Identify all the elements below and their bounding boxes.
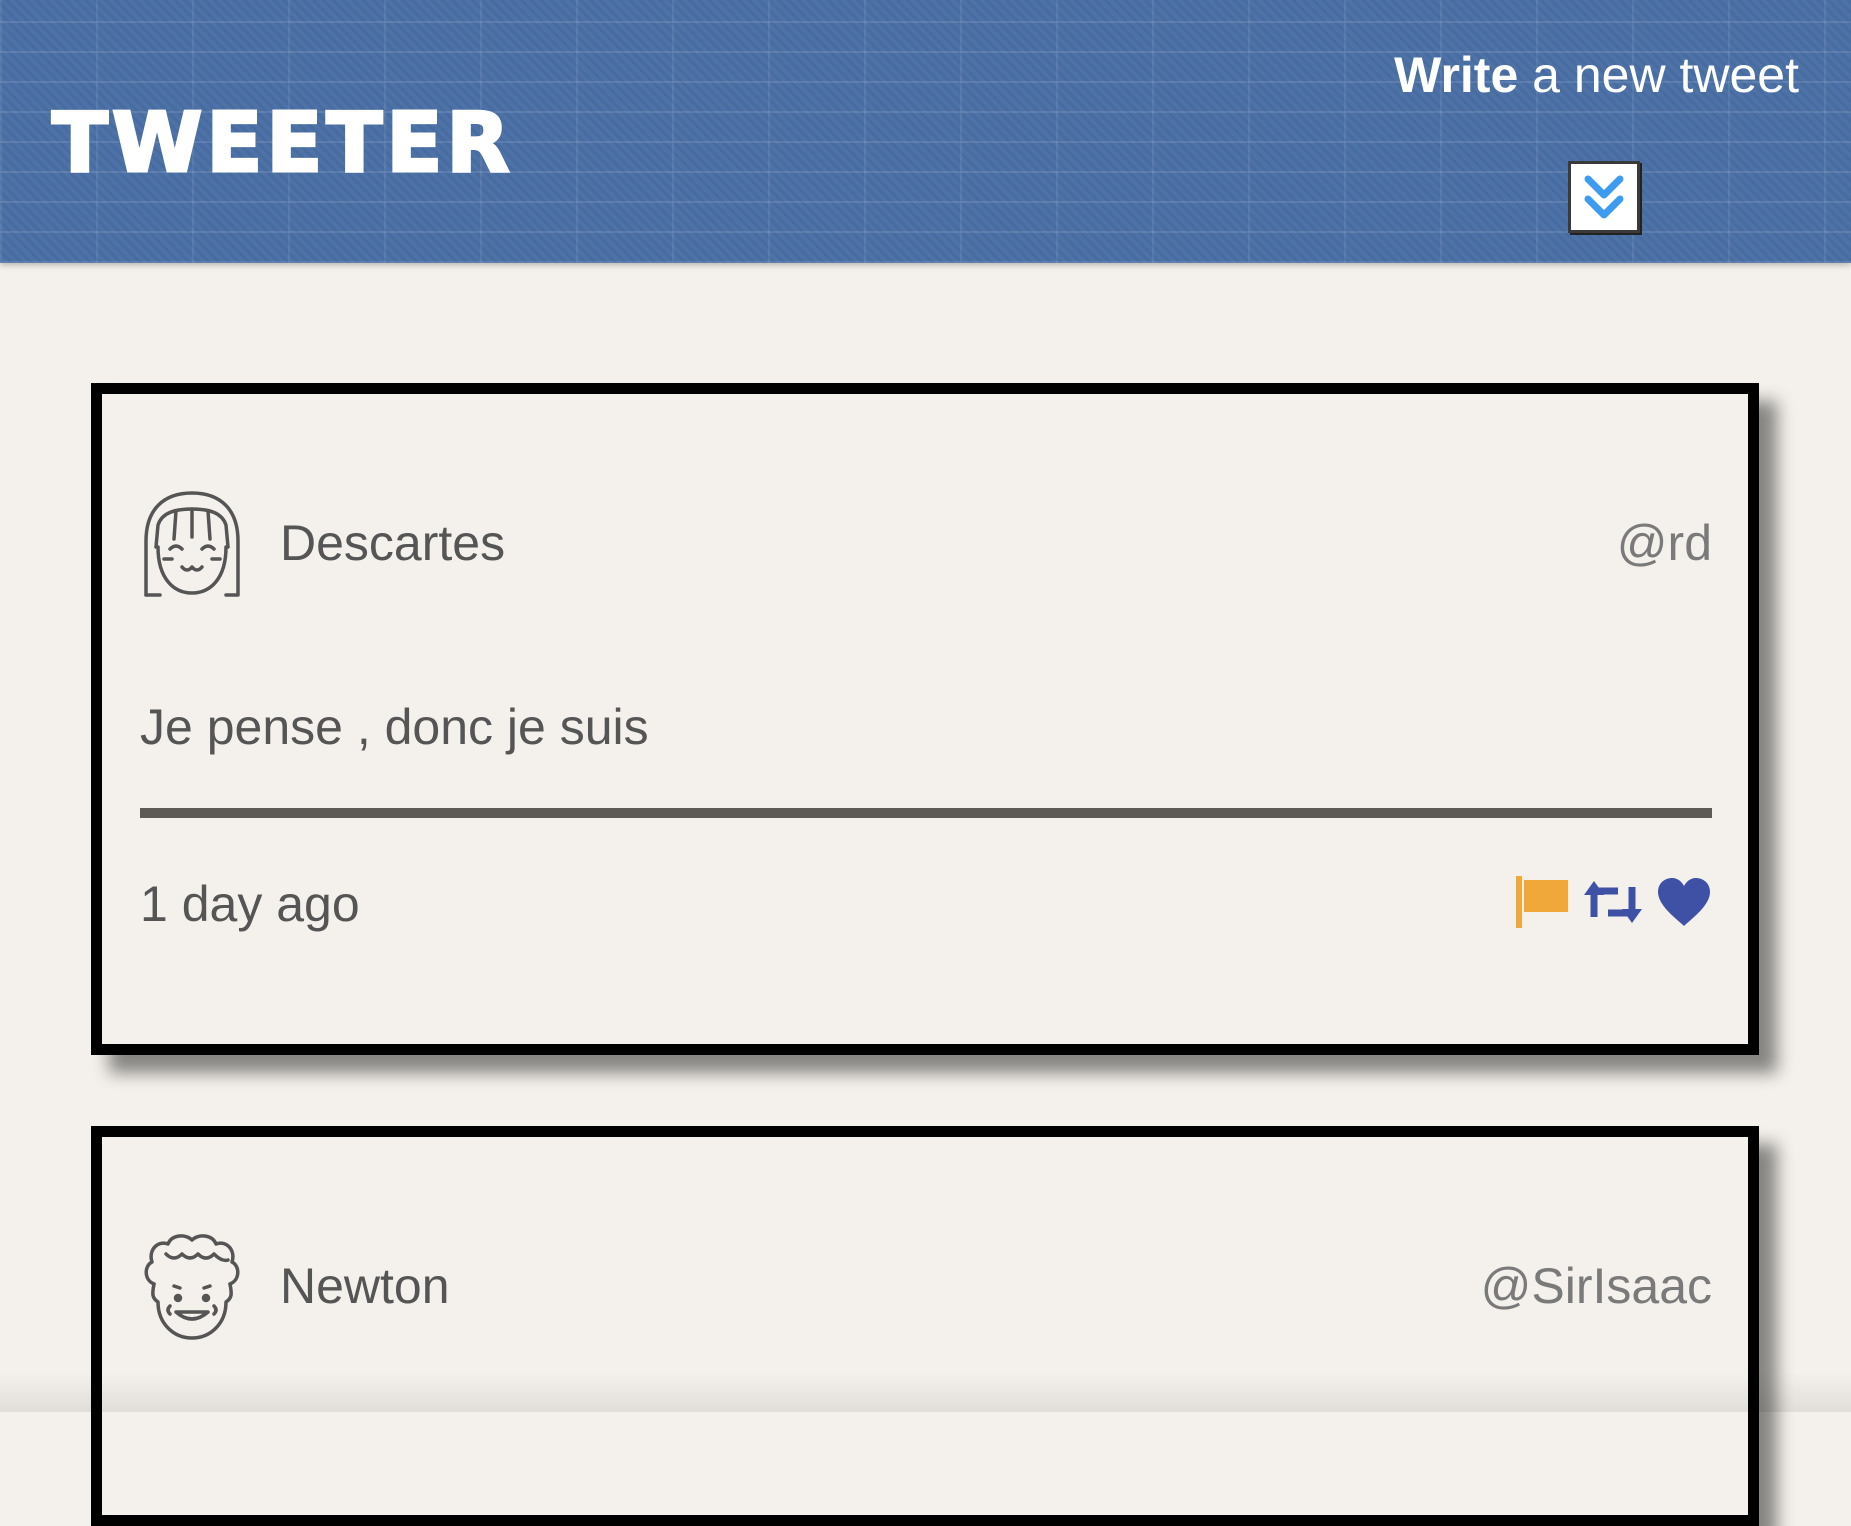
tweet-header: Descartes @rd <box>140 489 1712 601</box>
tweet-timestamp: 1 day ago <box>140 876 360 932</box>
curly-hair-avatar-icon <box>144 1234 240 1340</box>
toggle-compose-button[interactable] <box>1568 161 1640 233</box>
flag-icon <box>1516 876 1568 928</box>
tweet-actions <box>1514 872 1712 932</box>
user-display-name: Descartes <box>280 515 506 571</box>
compose-rest-text: a new tweet <box>1518 47 1799 103</box>
app-logo[interactable]: TWEETER <box>51 101 514 186</box>
compose-link[interactable]: Write a new tweet <box>1394 48 1799 103</box>
tweet-card: Newton @SirIsaac <box>91 1126 1759 1526</box>
bangs-girl-avatar-icon <box>144 491 240 597</box>
heart-icon <box>1658 878 1710 926</box>
tweet-content: Je pense , donc je suis <box>140 699 649 755</box>
user-display-name: Newton <box>280 1258 450 1314</box>
retweet-button[interactable] <box>1582 877 1644 927</box>
tweet-card: Descartes @rd Je pense , donc je suis 1 … <box>91 383 1759 1055</box>
top-navbar: TWEETER Write a new tweet <box>0 0 1851 263</box>
user-handle: @SirIsaac <box>1480 1258 1712 1314</box>
tweet-header: Newton @SirIsaac <box>140 1232 1712 1344</box>
tweet-divider <box>140 808 1712 818</box>
retweet-icon <box>1584 881 1642 923</box>
double-chevron-down-icon <box>1584 175 1624 219</box>
compose-bold-text: Write <box>1394 47 1519 103</box>
like-button[interactable] <box>1656 876 1712 928</box>
user-handle: @rd <box>1616 515 1712 571</box>
flag-button[interactable] <box>1514 874 1570 930</box>
